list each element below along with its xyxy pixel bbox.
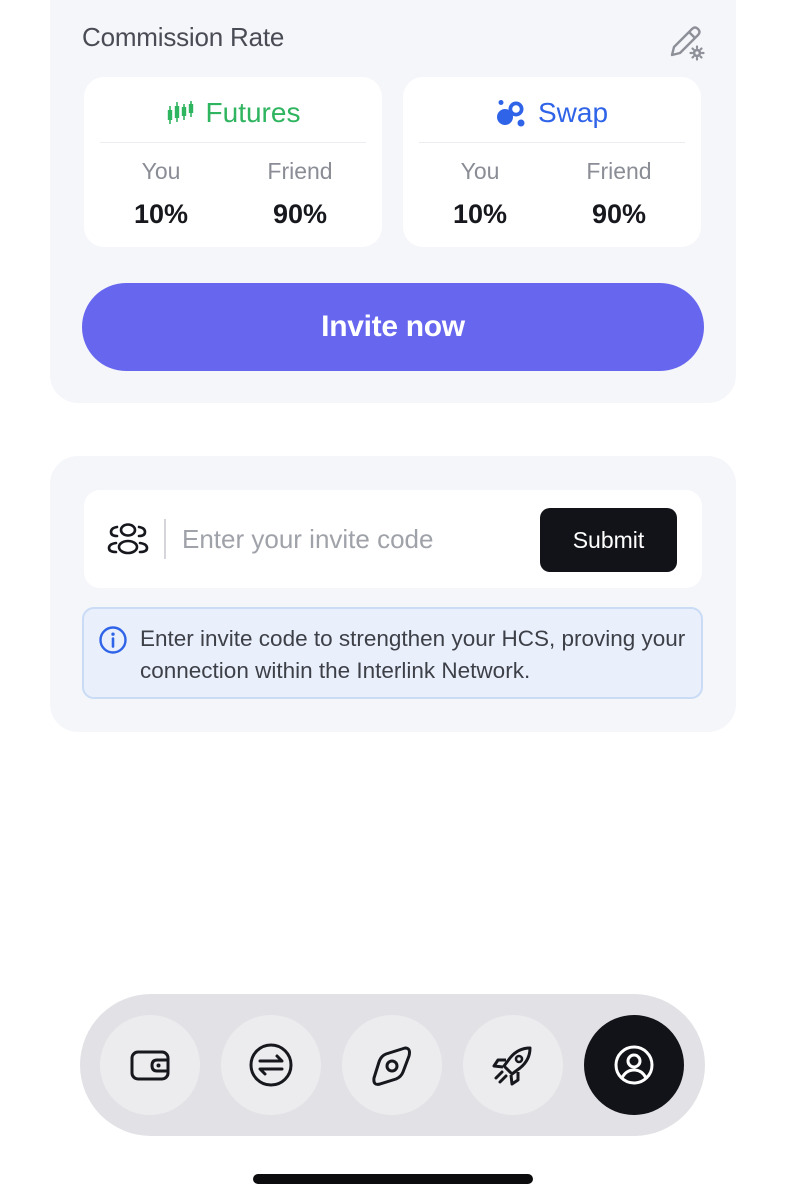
swap-circles-icon — [496, 100, 525, 127]
nav-explore[interactable] — [342, 1015, 442, 1115]
swap-rate-box: Swap You 10% Friend 90% — [403, 77, 701, 247]
wallet-icon — [130, 1050, 170, 1081]
you-label: You — [460, 158, 500, 184]
invite-code-input[interactable] — [182, 516, 522, 562]
futures-you-column: You 10% — [101, 157, 221, 229]
input-separator — [164, 519, 166, 559]
swap-friend-column: Friend 90% — [559, 157, 679, 229]
info-notice: Enter invite code to strengthen your HCS… — [82, 607, 703, 699]
friend-value: 90% — [591, 199, 647, 229]
swap-header: Swap — [403, 95, 701, 131]
invite-now-button[interactable]: Invite now — [82, 283, 704, 371]
friend-label: Friend — [586, 158, 652, 184]
nav-profile[interactable] — [584, 1015, 684, 1115]
info-text: Enter invite code to strengthen your HCS… — [140, 626, 686, 683]
divider — [100, 142, 366, 143]
nav-launch[interactable] — [463, 1015, 563, 1115]
compass-icon — [372, 1046, 411, 1086]
profile-icon — [614, 1045, 654, 1085]
rocket-icon — [492, 1046, 532, 1086]
swap-you-column: You 10% — [420, 157, 540, 229]
exchange-icon — [249, 1043, 293, 1087]
people-icon — [107, 523, 149, 555]
invite-code-row: Submit — [84, 490, 702, 588]
you-value: 10% — [133, 199, 189, 229]
nav-exchange[interactable] — [221, 1015, 321, 1115]
bottom-nav — [80, 994, 705, 1136]
friend-label: Friend — [267, 158, 333, 184]
invite-code-card: Submit Enter invite code to strengthen y… — [50, 456, 736, 732]
divider — [419, 142, 685, 143]
swap-label: Swap — [537, 97, 609, 128]
nav-wallet[interactable] — [100, 1015, 200, 1115]
futures-label: Futures — [205, 97, 301, 128]
futures-friend-column: Friend 90% — [240, 157, 360, 229]
you-value: 10% — [452, 199, 508, 229]
info-icon — [99, 626, 127, 654]
submit-button[interactable]: Submit — [540, 508, 677, 572]
home-indicator[interactable] — [253, 1174, 533, 1184]
futures-header: Futures — [84, 95, 382, 131]
commission-card: Commission Rate Futures You 10% Friend 9… — [50, 0, 736, 403]
friend-value: 90% — [272, 199, 328, 229]
futures-rate-box: Futures You 10% Friend 90% — [84, 77, 382, 247]
candlestick-icon — [167, 101, 193, 124]
commission-rate-title: Commission Rate — [82, 22, 285, 52]
pencil-settings-icon[interactable] — [666, 22, 706, 62]
you-label: You — [141, 158, 181, 184]
